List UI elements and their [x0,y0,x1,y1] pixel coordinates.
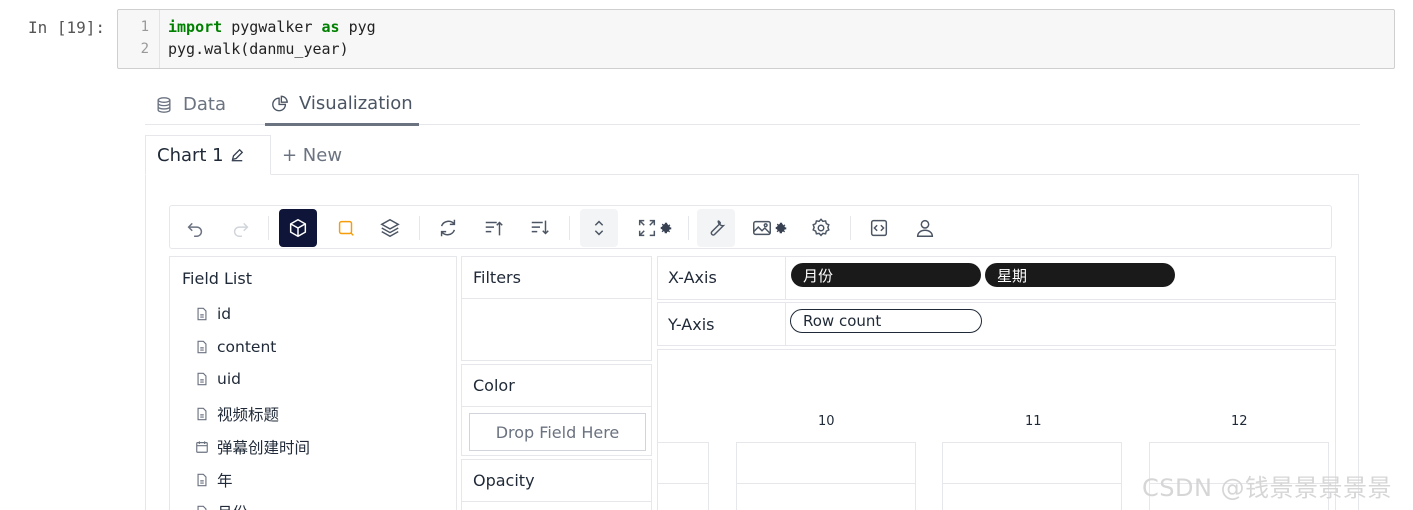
field-list-title: Field List [182,269,252,288]
sort-descending-icon [531,220,549,235]
y-axis-label: Y-Axis [668,315,715,334]
database-icon [157,96,171,113]
image-settings-button[interactable] [767,209,795,247]
lasso-button[interactable] [327,209,365,247]
undo-icon [187,222,203,237]
facet-panel [942,442,1122,510]
layers-button[interactable] [371,209,409,247]
field-item[interactable]: id [195,305,231,323]
x-axis-field-pill[interactable]: 星期 [985,263,1175,287]
field-name: id [217,305,232,323]
code-export-button[interactable] [860,209,898,247]
field-item[interactable]: 视频标题 [195,403,279,425]
sort-ascending-button[interactable] [475,209,513,247]
color-drop-zone[interactable]: Drop Field Here [469,413,646,451]
opacity-panel: Opacity [461,459,652,510]
tab-data[interactable]: Data [149,84,232,125]
field-name: uid [217,370,241,388]
keyword-import: import [168,18,223,36]
redo-icon [233,222,249,237]
code-icon [870,219,888,237]
layers-icon [380,218,400,238]
field-name: 年 [217,472,233,490]
line-number-gutter: 1 2 [118,10,160,68]
watermark: CSDN @钱景景景景景 [1142,474,1393,502]
code-text: pyg [339,18,376,36]
color-panel: Color Drop Field Here [461,364,652,456]
keyword-as: as [321,18,340,36]
color-title: Color [462,365,651,407]
x-axis-row: X-Axis 月份 星期 [657,256,1336,300]
field-name: 视频标题 [217,406,280,424]
redo-button[interactable] [222,209,260,247]
undo-button[interactable] [176,209,214,247]
tab-chart-1[interactable]: Chart 1 [145,135,271,175]
wrench-button[interactable] [697,209,735,247]
x-axis-label: X-Axis [668,268,717,287]
code-text: pygwalker [222,18,322,36]
user-icon [916,219,934,237]
edit-icon[interactable] [230,148,244,162]
sort-ascending-icon [485,221,503,236]
main-tabs: Data Visualization [145,84,1360,126]
field-item[interactable]: 月份 [195,501,248,510]
cell-prompt: In [19]: [28,18,106,37]
facet-panel [736,442,916,510]
text-field-icon [197,505,207,510]
user-button[interactable] [906,209,944,247]
x-axis-field-pill[interactable]: 月份 [791,263,981,287]
toolbar [169,205,1332,249]
field-name: 月份 [217,501,248,510]
pie-chart-icon [272,95,288,111]
facet-label: 11 [1025,414,1042,429]
code-cell[interactable]: 1 2 import pygwalker as pyg pyg.walk(dan… [117,9,1395,69]
tab-visualization[interactable]: Visualization [265,84,419,126]
field-name: 弹幕创建时间 [217,439,311,457]
text-field-icon [197,372,207,386]
line-number: 1 [140,19,149,35]
refresh-button[interactable] [429,209,467,247]
text-field-icon [197,340,207,354]
wrench-icon [710,220,726,236]
text-field-icon [197,473,207,487]
text-field-icon [197,407,207,421]
tab-visualization-label: Visualization [299,93,413,114]
expand-vertical-icon [594,220,604,236]
calendar-icon [196,441,208,453]
tab-data-label: Data [183,94,226,115]
field-item[interactable]: 年 [195,469,233,491]
facet-panel [658,442,709,510]
settings-icon [812,218,830,237]
lasso-icon [338,220,354,236]
field-item[interactable]: uid [195,370,241,388]
filters-title: Filters [462,257,651,299]
field-item[interactable]: content [195,338,276,356]
y-axis-row: Y-Axis Row count [657,302,1336,346]
gear-icon [660,222,672,234]
gear-icon [775,222,787,234]
sort-descending-button[interactable] [521,209,559,247]
opacity-title: Opacity [462,460,651,502]
text-field-icon [197,307,207,321]
refresh-icon [440,219,456,237]
y-axis-field-pill[interactable]: Row count [790,309,982,333]
code-line-1: import pygwalker as pyg [168,18,376,36]
code-line-2: pyg.walk(danmu_year) [168,40,349,58]
cube-button[interactable] [279,209,317,247]
resize-settings-button[interactable] [652,209,680,247]
cube-icon [289,218,307,238]
facet-label: 12 [1231,414,1248,429]
settings-button[interactable] [802,209,840,247]
new-chart-button[interactable]: + New [282,135,342,175]
facet-label: 10 [818,414,835,429]
expand-vertical-button[interactable] [580,209,618,247]
field-item[interactable]: 弹幕创建时间 [195,436,310,458]
field-name: content [217,338,277,356]
filters-panel: Filters [461,256,652,361]
line-number: 2 [140,41,149,57]
chart-tab-label: Chart 1 [157,144,224,166]
field-list-panel: Field List id content uid 视频标题弹幕创建时间年月份 [169,256,457,510]
